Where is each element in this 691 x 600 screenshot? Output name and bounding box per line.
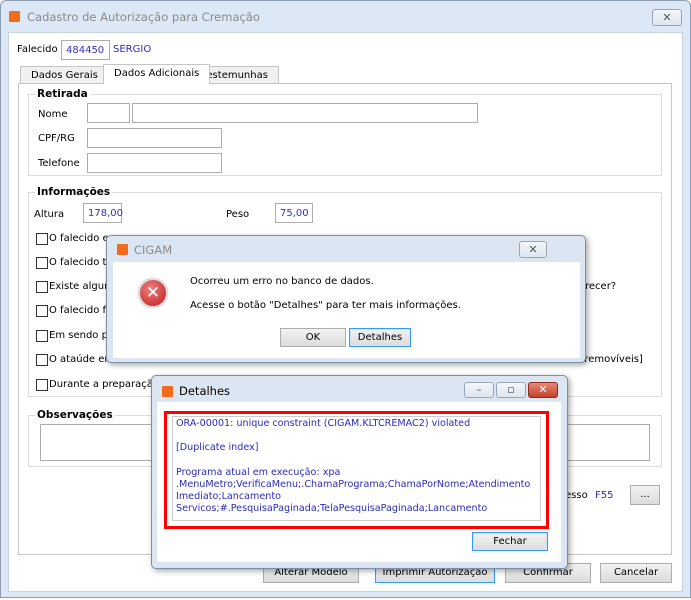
checkbox-4-label: O falecido fo bbox=[49, 305, 113, 316]
altura-input[interactable]: 178,00 bbox=[83, 203, 123, 223]
tab-dados-adicionais[interactable]: Dados Adicionais bbox=[103, 64, 211, 84]
checkbox-5[interactable] bbox=[36, 330, 48, 342]
minimize-icon: – bbox=[476, 383, 482, 396]
detalhes-button[interactable]: Detalhes bbox=[349, 328, 411, 347]
observacoes-title: Observações bbox=[35, 409, 115, 421]
details-line: .MenuMetro;VerificaMenu;.ChamaPrograma;C… bbox=[176, 478, 531, 490]
error-dialog-close-button[interactable]: ✕ bbox=[519, 241, 547, 258]
details-line bbox=[176, 430, 537, 442]
app-icon bbox=[117, 244, 128, 255]
peso-label: Peso bbox=[226, 209, 250, 220]
checkbox-3[interactable] bbox=[36, 281, 48, 293]
checkbox-3-label-tail: recer? bbox=[585, 281, 617, 292]
error-message: Ocorreu um erro no banco de dados. bbox=[190, 276, 374, 287]
peso-input[interactable]: 75,00 bbox=[275, 203, 313, 223]
cpf-label: CPF/RG bbox=[38, 133, 75, 144]
app-icon bbox=[162, 386, 173, 397]
checkbox-6[interactable] bbox=[36, 354, 48, 366]
close-icon: ✕ bbox=[538, 383, 548, 396]
retirada-title: Retirada bbox=[35, 88, 90, 100]
details-line: Imediato;Lancamento bbox=[176, 491, 281, 503]
tab-dados-gerais[interactable]: Dados Gerais bbox=[20, 66, 109, 84]
error-hint: Acesse o botão "Detalhes" para ter mais … bbox=[190, 300, 461, 311]
details-line bbox=[176, 455, 537, 467]
error-icon: ✕ bbox=[138, 278, 168, 308]
processo-label: esso bbox=[565, 490, 588, 501]
minimize-button[interactable]: – bbox=[464, 382, 494, 398]
details-line: [Duplicate index] bbox=[176, 442, 259, 454]
checkbox-5-label: Em sendo po bbox=[49, 330, 115, 341]
checkbox-1-label: O falecido e bbox=[49, 233, 109, 244]
informacoes-title: Informações bbox=[35, 186, 113, 198]
maximize-icon: ▫ bbox=[507, 383, 515, 396]
app-icon bbox=[9, 11, 20, 22]
ok-button[interactable]: OK bbox=[280, 328, 346, 347]
processo-value: F55 bbox=[595, 490, 614, 501]
close-icon: ✕ bbox=[528, 243, 538, 256]
error-dialog-title: CIGAM bbox=[134, 243, 173, 257]
telefone-label: Telefone bbox=[38, 158, 80, 169]
checkbox-2-label: O falecido ti bbox=[49, 257, 110, 268]
cancelar-button[interactable]: Cancelar bbox=[600, 563, 672, 583]
details-line: Servicos;#.PesquisaPaginada;TelaPesquisa… bbox=[176, 503, 488, 515]
checkbox-4[interactable] bbox=[36, 305, 48, 317]
close-icon: ✕ bbox=[662, 11, 672, 24]
falecido-name: SERGIO bbox=[113, 44, 152, 55]
checkbox-3-label: Existe algum bbox=[49, 281, 114, 292]
altura-label: Altura bbox=[34, 209, 65, 220]
details-close-button[interactable]: ✕ bbox=[528, 382, 558, 398]
checkbox-2[interactable] bbox=[36, 257, 48, 269]
checkbox-6-label: O ataúde em bbox=[49, 354, 115, 365]
checkbox-7[interactable] bbox=[36, 379, 48, 391]
details-line: ORA-00001: unique constraint (CIGAM.KLTC… bbox=[176, 418, 471, 429]
maximize-button[interactable]: ▫ bbox=[496, 382, 526, 398]
telefone-input[interactable] bbox=[87, 153, 222, 173]
checkbox-7-label: Durante a preparação, bbox=[49, 379, 163, 390]
fechar-button[interactable]: Fechar bbox=[472, 532, 548, 551]
close-button[interactable]: ✕ bbox=[652, 9, 682, 26]
window-title: Cadastro de Autorização para Cremação bbox=[27, 10, 260, 24]
details-dialog-title: Detalhes bbox=[179, 384, 231, 398]
details-line: Programa atual em execução: xpa bbox=[176, 466, 341, 478]
nome-code-input[interactable] bbox=[87, 103, 130, 123]
checkbox-1[interactable] bbox=[36, 233, 48, 245]
nome-input[interactable] bbox=[132, 103, 478, 123]
cpf-input[interactable] bbox=[87, 128, 222, 148]
nome-label: Nome bbox=[38, 109, 68, 120]
falecido-label: Falecido bbox=[17, 44, 58, 55]
falecido-code-input[interactable]: 484450 bbox=[61, 40, 110, 60]
details-text-box[interactable]: ORA-00001: unique constraint (CIGAM.KLTC… bbox=[164, 411, 549, 529]
processo-lookup-button[interactable]: ... bbox=[630, 485, 660, 505]
